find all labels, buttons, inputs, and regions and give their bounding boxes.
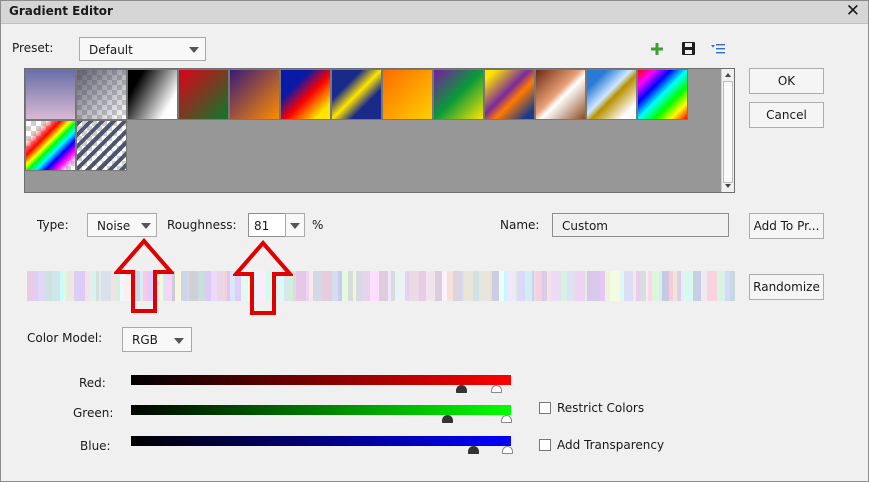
blue-range-bar <box>131 436 511 446</box>
add-transparency-checkbox[interactable] <box>539 439 551 451</box>
green-min-slider[interactable] <box>442 415 453 423</box>
scroll-down-icon[interactable] <box>725 184 731 188</box>
annotation-arrow-type <box>114 238 174 313</box>
scroll-thumb[interactable] <box>723 81 733 183</box>
type-value: Noise <box>97 219 131 233</box>
add-transparency-label: Add Transparency <box>557 438 665 452</box>
green-range-bar <box>131 405 511 415</box>
window-title: Gradient Editor <box>9 4 113 18</box>
restrict-colors-label: Restrict Colors <box>557 401 645 415</box>
plus-icon[interactable] <box>651 43 663 55</box>
preset-scrollbar[interactable] <box>721 69 734 192</box>
color-model-label: Color Model: <box>27 331 103 345</box>
annotation-arrow-roughness <box>233 240 293 315</box>
preset-swatch[interactable] <box>280 69 331 120</box>
red-min-slider[interactable] <box>456 385 467 393</box>
name-value: Custom <box>562 219 608 233</box>
save-icon[interactable] <box>682 42 695 55</box>
color-model-dropdown[interactable]: RGB <box>122 327 192 352</box>
preset-swatch[interactable] <box>76 69 127 120</box>
roughness-dropdown[interactable] <box>285 213 305 237</box>
preset-value: Default <box>89 43 133 57</box>
roughness-unit: % <box>312 218 324 232</box>
chevron-down-icon <box>290 223 300 229</box>
blue-max-slider[interactable] <box>502 446 513 454</box>
red-range-bar <box>131 375 511 385</box>
ok-button[interactable]: OK <box>749 68 824 94</box>
preset-swatch[interactable] <box>382 69 433 120</box>
preset-swatch[interactable] <box>535 69 586 120</box>
type-label: Type: <box>37 218 69 232</box>
preset-swatch[interactable] <box>331 69 382 120</box>
title-bar: Gradient Editor ✕ <box>1 1 868 24</box>
list-menu-icon[interactable] <box>711 43 725 54</box>
preset-swatch[interactable] <box>25 69 76 120</box>
preset-swatch[interactable] <box>433 69 484 120</box>
roughness-value: 81 <box>254 219 270 233</box>
preset-dropdown[interactable]: Default <box>79 37 206 61</box>
red-max-slider[interactable] <box>491 385 502 393</box>
gradient-editor-dialog: Gradient Editor ✕ Preset: Default OK Can… <box>0 0 869 482</box>
add-to-preset-button[interactable]: Add To Pr... <box>749 213 824 239</box>
preset-swatch[interactable] <box>76 120 127 171</box>
chevron-down-icon <box>174 338 184 344</box>
cancel-button[interactable]: Cancel <box>749 102 824 128</box>
green-max-slider[interactable] <box>501 415 512 423</box>
blue-min-slider[interactable] <box>468 446 479 454</box>
preset-swatch[interactable] <box>127 69 178 120</box>
red-label: Red: <box>79 376 106 390</box>
roughness-input[interactable]: 81 <box>248 213 286 237</box>
preset-swatch[interactable] <box>586 69 637 120</box>
color-model-value: RGB <box>132 333 158 347</box>
preset-swatch[interactable] <box>229 69 280 120</box>
scroll-up-icon[interactable] <box>725 73 731 77</box>
green-label: Green: <box>73 406 114 420</box>
roughness-label: Roughness: <box>167 218 237 232</box>
close-icon[interactable]: ✕ <box>846 1 860 21</box>
preset-swatch[interactable] <box>637 69 688 120</box>
restrict-colors-checkbox[interactable] <box>539 402 551 414</box>
chevron-down-icon <box>141 223 151 229</box>
gradient-name-field[interactable]: Custom <box>552 213 729 237</box>
name-label: Name: <box>500 218 540 232</box>
type-dropdown[interactable]: Noise <box>87 213 157 237</box>
randomize-button[interactable]: Randomize <box>749 274 824 300</box>
blue-label: Blue: <box>80 439 111 453</box>
chevron-down-icon <box>189 47 199 53</box>
preset-swatch[interactable] <box>178 69 229 120</box>
preset-swatch[interactable] <box>484 69 535 120</box>
preset-swatch[interactable] <box>25 120 76 171</box>
preset-swatch-grid <box>24 68 735 193</box>
preset-label: Preset: <box>12 41 54 55</box>
